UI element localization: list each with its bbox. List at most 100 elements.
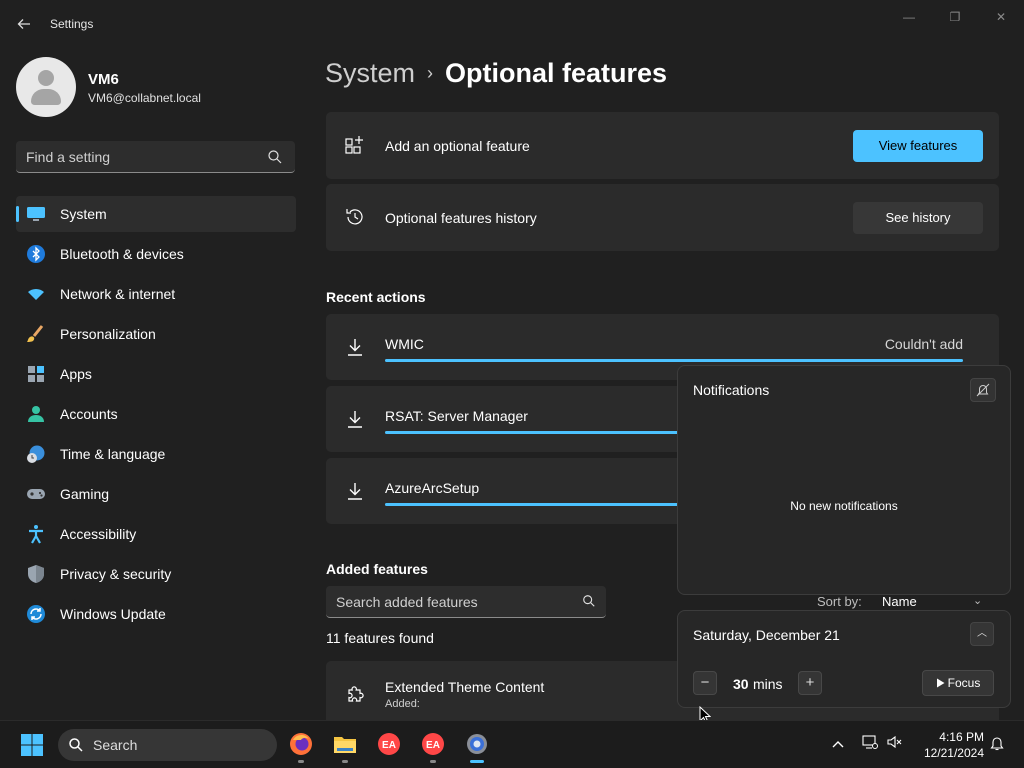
ea-app-taskbar-button[interactable]: EA <box>376 731 402 757</box>
taskbar-clock[interactable]: 4:16 PM 12/21/2024 <box>912 729 984 761</box>
person-icon <box>28 406 44 422</box>
download-icon <box>348 339 362 356</box>
sidebar-item-label: Apps <box>60 366 92 382</box>
recent-action-status: Couldn't add <box>884 336 963 352</box>
title-bar: Settings — ❐ ✕ <box>0 0 1024 48</box>
search-icon <box>268 150 282 164</box>
sort-by-select[interactable]: Name <box>882 594 917 609</box>
avatar[interactable] <box>16 57 76 117</box>
sidebar-item-gaming[interactable]: Gaming <box>16 476 296 512</box>
optional-features-history-label: Optional features history <box>385 210 537 226</box>
find-setting-box[interactable] <box>16 141 295 173</box>
puzzle-icon <box>348 686 364 702</box>
sidebar-item-apps[interactable]: Apps <box>16 356 296 392</box>
feature-name: Extended Theme Content <box>385 679 545 695</box>
play-icon <box>936 678 945 688</box>
see-history-button[interactable]: See history <box>853 202 983 234</box>
optional-features-history-card[interactable]: Optional features history See history <box>326 184 999 251</box>
search-icon <box>69 738 83 752</box>
view-features-button[interactable]: View features <box>853 130 983 162</box>
sidebar-item-label: Bluetooth & devices <box>60 246 184 262</box>
wifi-icon <box>28 288 44 300</box>
recent-action-name: AzureArcSetup <box>385 480 480 496</box>
active-indicator <box>470 760 484 763</box>
chevron-down-icon[interactable]: ⌄ <box>973 594 982 607</box>
monitor-icon <box>27 207 45 221</box>
focus-increase-button[interactable]: + <box>798 671 822 695</box>
ea-icon: EA <box>422 733 444 755</box>
sidebar-item-windows-update[interactable]: Windows Update <box>16 596 296 632</box>
active-indicator <box>16 206 19 222</box>
search-added-features-box[interactable] <box>326 586 606 618</box>
sidebar-item-accessibility[interactable]: Accessibility <box>16 516 296 552</box>
sidebar-item-privacy-security[interactable]: Privacy & security <box>16 556 296 592</box>
focus-minutes-unit: mins <box>753 676 783 692</box>
avatar-body-icon <box>31 89 61 105</box>
app-title: Settings <box>50 17 94 31</box>
settings-taskbar-button[interactable] <box>464 731 490 763</box>
bell-icon <box>990 737 1004 751</box>
user-email: VM6@collabnet.local <box>88 91 201 105</box>
recent-action-name: RSAT: Server Manager <box>385 408 528 424</box>
network-icon <box>862 735 878 749</box>
focus-minutes-value: 30 <box>733 676 749 692</box>
search-added-features-input[interactable] <box>336 593 566 611</box>
notifications-title: Notifications <box>693 382 770 398</box>
sidebar-item-label: Time & language <box>60 446 166 462</box>
sidebar-item-personalization[interactable]: Personalization <box>16 316 296 352</box>
breadcrumb-parent[interactable]: System <box>325 58 415 88</box>
network-tray-button[interactable] <box>861 735 879 753</box>
clock-time: 4:16 PM <box>939 730 984 744</box>
ea-icon: EA <box>378 733 400 755</box>
sidebar-item-time-language[interactable]: Time & language <box>16 436 296 472</box>
add-optional-feature-card: Add an optional feature View features <box>326 112 999 179</box>
ea-app-taskbar-button-2[interactable]: EA <box>420 731 446 763</box>
focus-button-label: Focus <box>947 676 981 690</box>
history-icon <box>346 209 363 225</box>
sidebar-item-accounts[interactable]: Accounts <box>16 396 296 432</box>
sidebar-item-bluetooth-devices[interactable]: Bluetooth & devices <box>16 236 296 272</box>
show-hidden-icons-button[interactable] <box>829 735 847 753</box>
notification-settings-button[interactable] <box>970 378 996 402</box>
breadcrumb-separator-icon: › <box>427 63 434 83</box>
sidebar-item-network-internet[interactable]: Network & internet <box>16 276 296 312</box>
calendar-focus-panel: Saturday, December 21 ︿ − 30 mins + Focu… <box>677 610 1011 708</box>
taskbar-search[interactable]: Search <box>58 729 277 761</box>
running-indicator <box>298 760 304 763</box>
focus-decrease-button[interactable]: − <box>693 671 717 695</box>
restore-button[interactable]: ❐ <box>940 8 970 26</box>
minimize-button[interactable]: — <box>894 8 924 26</box>
add-feature-icon <box>345 136 363 154</box>
gamepad-icon <box>27 489 45 499</box>
volume-tray-button[interactable] <box>886 735 904 753</box>
speaker-muted-icon <box>887 735 902 749</box>
calendar-date: Saturday, December 21 <box>693 627 840 643</box>
file-explorer-taskbar-button[interactable] <box>332 731 358 763</box>
chevron-up-icon[interactable]: ︿ <box>970 622 994 646</box>
shield-icon <box>28 565 44 583</box>
notification-center-button[interactable] <box>988 735 1006 753</box>
download-icon <box>348 483 362 500</box>
clock-date: 12/21/2024 <box>923 746 984 760</box>
globe-clock-icon <box>27 445 45 463</box>
back-button[interactable] <box>12 12 36 36</box>
avatar-head-icon <box>38 70 54 86</box>
sidebar-item-label: System <box>60 206 107 222</box>
user-name: VM6 <box>88 71 119 88</box>
page-title: Optional features <box>445 58 668 88</box>
recent-action-name: WMIC <box>385 336 424 352</box>
sidebar-item-system[interactable]: System <box>16 196 296 232</box>
close-button[interactable]: ✕ <box>986 8 1016 26</box>
taskbar-search-label: Search <box>93 737 138 753</box>
windows-start-icon[interactable] <box>20 733 44 757</box>
focus-button[interactable]: Focus <box>922 670 994 696</box>
sidebar-item-label: Accessibility <box>60 526 137 542</box>
chevron-up-icon <box>832 741 844 748</box>
apps-icon <box>28 366 44 382</box>
brush-icon <box>27 325 44 342</box>
firefox-taskbar-button[interactable] <box>288 731 314 763</box>
svg-text:EA: EA <box>426 740 440 751</box>
running-indicator <box>430 760 436 763</box>
find-setting-input[interactable] <box>26 148 256 166</box>
notification-settings-icon <box>976 383 990 397</box>
